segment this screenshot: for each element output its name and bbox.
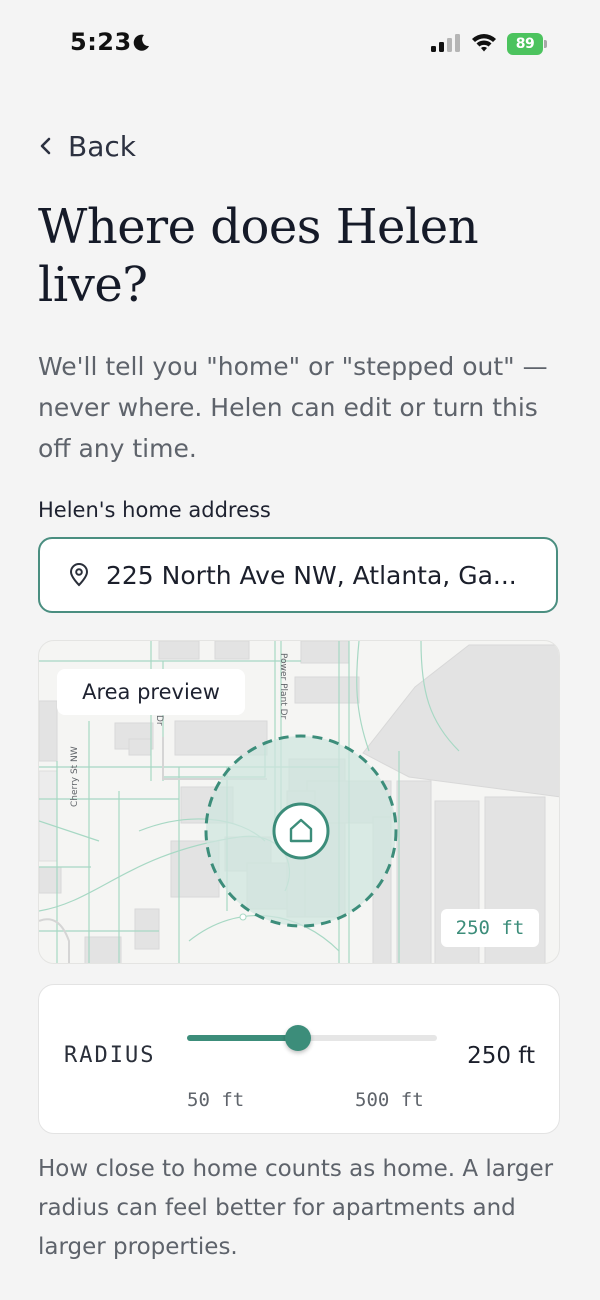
radius-value: 250 ft bbox=[467, 1043, 535, 1069]
address-field-label: Helen's home address bbox=[38, 498, 271, 522]
radius-max-label: 500 ft bbox=[355, 1089, 424, 1111]
address-value: 225 North Ave NW, Atlanta, Ga... bbox=[106, 560, 517, 590]
battery-level: 89 bbox=[507, 33, 543, 55]
back-button[interactable]: Back bbox=[38, 124, 136, 168]
status-time: 5:23 bbox=[70, 28, 132, 56]
slider-fill bbox=[187, 1035, 298, 1041]
moon-icon bbox=[133, 34, 149, 51]
slider-thumb[interactable] bbox=[285, 1025, 311, 1051]
street-label-power-plant: Power Plant Dr bbox=[278, 653, 288, 720]
wifi-icon bbox=[472, 34, 496, 52]
status-bar: 5:23 89 bbox=[0, 0, 600, 90]
address-input[interactable]: 225 North Ave NW, Atlanta, Ga... bbox=[38, 537, 558, 613]
map-radius-tag: 250 ft bbox=[441, 909, 539, 947]
helper-text: How close to home counts as home. A larg… bbox=[38, 1156, 554, 1260]
signal-icon bbox=[431, 34, 460, 52]
battery-nub bbox=[544, 40, 547, 48]
street-label-cherry: Cherry St NW bbox=[70, 746, 80, 807]
street-label-dr: Dr bbox=[154, 715, 164, 726]
home-marker bbox=[272, 802, 330, 860]
battery-indicator: 89 bbox=[507, 33, 547, 55]
radius-slider[interactable] bbox=[187, 1023, 437, 1053]
page-subtitle: We'll tell you "home" or "stepped out" —… bbox=[38, 352, 548, 463]
radius-card: RADIUS 250 ft 50 ft 500 ft bbox=[38, 984, 560, 1134]
back-label: Back bbox=[68, 129, 136, 163]
area-preview-label: Area preview bbox=[57, 669, 245, 715]
radius-title: RADIUS bbox=[64, 1043, 156, 1068]
page-title: Where does Helen live? bbox=[38, 199, 479, 313]
map-preview: Power Plant Dr Dr Cherry St NW Area prev… bbox=[38, 640, 560, 964]
location-pin-icon bbox=[69, 563, 89, 587]
radius-min-label: 50 ft bbox=[187, 1089, 245, 1111]
chevron-left-icon bbox=[40, 137, 51, 155]
